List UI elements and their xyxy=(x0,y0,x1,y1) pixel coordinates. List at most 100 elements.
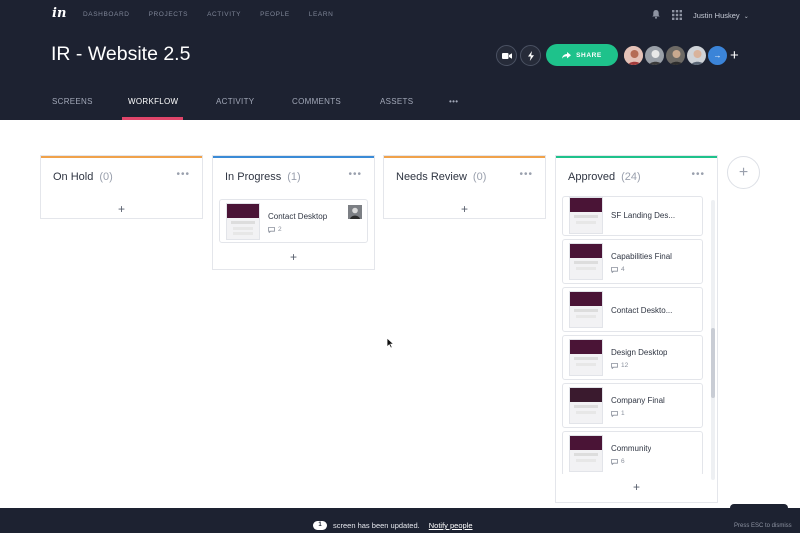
add-card-button[interactable]: + xyxy=(384,196,545,222)
lightning-icon xyxy=(527,50,534,61)
screen-card[interactable]: Company Final 1 xyxy=(562,383,703,428)
bell-icon[interactable] xyxy=(651,9,661,19)
add-card-button[interactable]: + xyxy=(556,474,717,500)
column-scrollbar[interactable] xyxy=(711,200,715,480)
comment-number: 4 xyxy=(621,266,625,273)
add-column-button[interactable]: + xyxy=(727,156,760,189)
add-collaborator-button[interactable]: + xyxy=(730,47,739,64)
screen-thumbnail xyxy=(569,339,603,376)
column-count: (0) xyxy=(472,171,487,183)
share-label: SHARE xyxy=(576,51,602,59)
share-arrow-icon xyxy=(562,51,572,59)
comment-number: 6 xyxy=(621,458,625,465)
nav-people[interactable]: PEOPLE xyxy=(260,11,290,18)
nav-dashboard[interactable]: DASHBOARD xyxy=(83,11,130,18)
column-title: Approved xyxy=(568,171,616,183)
column-count: (24) xyxy=(621,171,641,183)
add-card-button[interactable]: + xyxy=(213,243,374,271)
assignee-avatar[interactable] xyxy=(348,205,362,219)
comment-icon xyxy=(611,410,618,417)
screen-name: Contact Desktop xyxy=(268,212,328,221)
tab-screens[interactable]: SCREENS xyxy=(52,97,128,106)
column-needs-review: Needs Review (0) ••• + xyxy=(383,155,546,219)
avatar-1 xyxy=(624,46,643,65)
comment-count: 4 xyxy=(611,266,625,273)
screen-name: Design Desktop xyxy=(611,348,668,357)
more-collaborators-button[interactable]: → xyxy=(707,45,728,66)
collaborator-avatar-2[interactable] xyxy=(644,45,665,66)
column-title: In Progress xyxy=(225,171,282,183)
column-menu-button[interactable]: ••• xyxy=(348,169,362,180)
tab-activity[interactable]: ACTIVITY xyxy=(216,97,292,106)
tab-more[interactable]: ••• xyxy=(449,97,458,106)
tab-workflow[interactable]: WORKFLOW xyxy=(128,97,216,106)
add-card-button[interactable]: + xyxy=(41,196,202,222)
comment-number: 1 xyxy=(621,410,625,417)
screen-thumbnail xyxy=(569,435,603,472)
scrollbar-thumb[interactable] xyxy=(711,328,715,398)
collaborator-avatar-4[interactable] xyxy=(686,45,707,66)
comment-number: 2 xyxy=(278,226,282,233)
comment-count: 2 xyxy=(268,226,282,233)
project-tabs: SCREENS WORKFLOW ACTIVITY COMMENTS ASSET… xyxy=(52,97,458,106)
lightning-button[interactable] xyxy=(520,45,541,66)
chevron-down-icon: ⌄ xyxy=(743,14,749,20)
screen-card[interactable]: Contact Desktop 2 xyxy=(219,199,368,243)
user-menu[interactable]: Justin Huskey ⌄ xyxy=(693,11,749,20)
column-count: (0) xyxy=(99,171,113,183)
screen-name: Company Final xyxy=(611,396,665,405)
screen-thumbnail xyxy=(569,243,603,280)
comment-icon xyxy=(611,266,618,273)
column-header: Needs Review (0) ••• xyxy=(384,158,545,196)
update-banner: 1 screen has been updated. Notify people… xyxy=(0,508,800,533)
comment-icon xyxy=(611,458,618,465)
avatar-3 xyxy=(666,46,685,65)
active-tab-indicator xyxy=(122,117,183,120)
screen-card[interactable]: SF Landing Des... xyxy=(562,196,703,236)
update-message: 1 screen has been updated. Notify people xyxy=(313,521,473,530)
screen-card[interactable]: Community 6 xyxy=(562,431,703,474)
column-header: On Hold (0) ••• xyxy=(41,158,202,196)
column-header: In Progress (1) ••• xyxy=(213,158,374,196)
screen-card[interactable]: Design Desktop 12 xyxy=(562,335,703,380)
column-on-hold: On Hold (0) ••• + xyxy=(40,155,203,219)
comment-count: 1 xyxy=(611,410,625,417)
avatar-2 xyxy=(645,46,664,65)
comment-icon xyxy=(268,226,275,233)
column-header: Approved (24) ••• xyxy=(556,158,717,196)
screen-card[interactable]: Capabilities Final 4 xyxy=(562,239,703,284)
top-nav: DASHBOARD PROJECTS ACTIVITY PEOPLE LEARN xyxy=(83,11,352,18)
collaborator-avatar-3[interactable] xyxy=(665,45,686,66)
tab-comments[interactable]: COMMENTS xyxy=(292,97,380,106)
video-button[interactable] xyxy=(496,45,517,66)
column-menu-button[interactable]: ••• xyxy=(691,169,705,180)
update-text: screen has been updated. xyxy=(333,521,420,530)
column-menu-button[interactable]: ••• xyxy=(519,169,533,180)
video-camera-icon xyxy=(501,52,512,59)
dismiss-hint: Press ESC to dismiss xyxy=(734,523,792,529)
column-title: On Hold xyxy=(53,171,94,183)
apps-grid-icon[interactable] xyxy=(672,10,682,20)
screen-thumbnail xyxy=(569,291,603,328)
user-name: Justin Huskey xyxy=(693,11,740,20)
screen-card[interactable]: Contact Deskto... xyxy=(562,287,703,332)
column-approved: Approved (24) ••• SF Landing Des... Capa… xyxy=(555,155,718,503)
nav-learn[interactable]: LEARN xyxy=(309,11,334,18)
share-button[interactable]: SHARE xyxy=(546,44,618,66)
notify-people-link[interactable]: Notify people xyxy=(429,521,473,530)
comment-count: 12 xyxy=(611,362,628,369)
screen-name: Community xyxy=(611,444,652,453)
nav-activity[interactable]: ACTIVITY xyxy=(207,11,241,18)
nav-projects[interactable]: PROJECTS xyxy=(149,11,188,18)
card-list: SF Landing Des... Capabilities Final 4 C… xyxy=(556,196,709,474)
screen-thumbnail xyxy=(569,387,603,424)
column-title: Needs Review xyxy=(396,171,467,183)
screen-thumbnail xyxy=(226,203,260,240)
mouse-pointer-icon xyxy=(386,337,395,349)
tab-assets[interactable]: ASSETS xyxy=(380,97,449,106)
project-title: IR - Website 2.5 xyxy=(51,43,191,65)
column-menu-button[interactable]: ••• xyxy=(176,169,190,180)
screen-name: SF Landing Des... xyxy=(611,211,676,220)
invision-logo[interactable]: in xyxy=(52,6,66,21)
collaborator-avatar-1[interactable] xyxy=(623,45,644,66)
